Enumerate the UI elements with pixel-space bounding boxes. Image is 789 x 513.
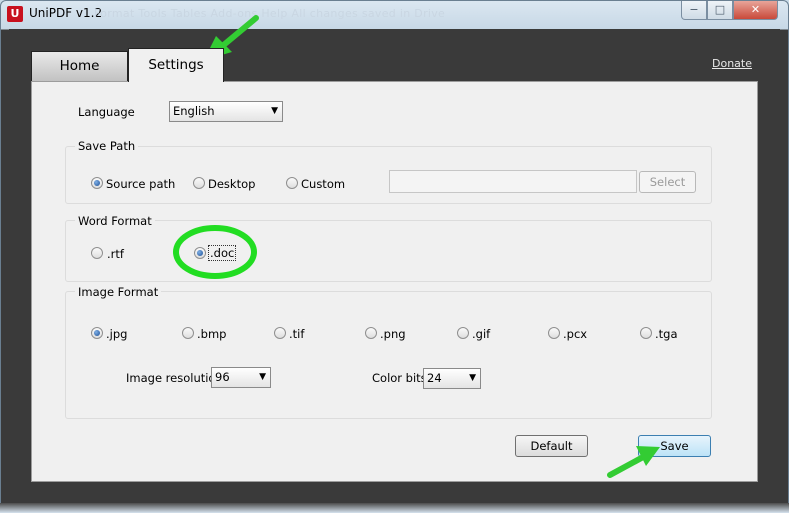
- arrow-to-save-icon: [607, 446, 660, 478]
- doc-highlight-ring: [173, 225, 257, 279]
- tab-settings[interactable]: Settings: [128, 48, 224, 82]
- annotation-overlay: [173, 15, 660, 478]
